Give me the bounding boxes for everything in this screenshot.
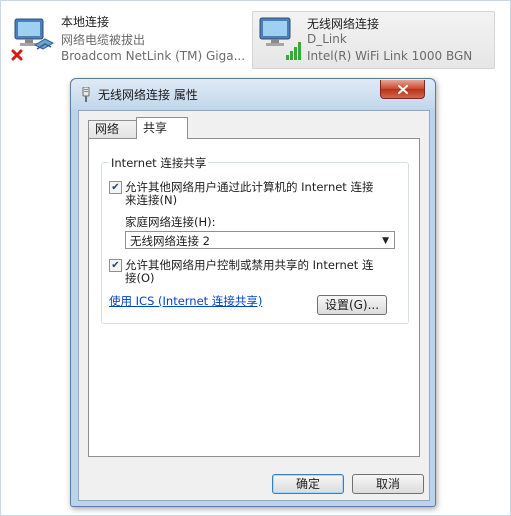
checkmark-icon: ✔ — [111, 260, 120, 271]
home-network-label: 家庭网络连接(H): — [125, 215, 216, 229]
home-network-select-value: 无线网络连接 2 — [130, 234, 210, 248]
tab-sharing[interactable]: 共享 — [136, 117, 188, 139]
tab-network[interactable]: 网络 — [88, 120, 137, 138]
adapter-wireless-connection[interactable]: 无线网络连接 D_Link Intel(R) WiFi Link 1000 BG… — [252, 11, 495, 69]
dialog-body: 网络 共享 Internet 连接共享 ✔ 允许其他网络用户通过此计算机的 In… — [78, 110, 430, 501]
allow-control-label[interactable]: 允许其他网络用户控制或禁用共享的 Internet 连 接(O) — [125, 259, 373, 285]
adapter-local-status: 网络电缆被拔出 — [61, 33, 146, 47]
adapter-wifi-status: D_Link — [307, 32, 347, 46]
allow-connect-label-line2: 来连接(N) — [125, 193, 178, 207]
sharing-tab-panel: Internet 连接共享 ✔ 允许其他网络用户通过此计算机的 Internet… — [88, 138, 420, 457]
ics-help-link[interactable]: 使用 ICS (Internet 连接共享) — [109, 293, 262, 309]
close-icon — [397, 84, 408, 94]
allow-control-label-line2: 接(O) — [125, 271, 155, 285]
adapter-local-device: Broadcom NetLink (TM) Giga... — [61, 49, 246, 63]
home-network-select[interactable]: 无线网络连接 2 ▼ — [125, 231, 395, 249]
adapter-local-connection[interactable]: 本地连接 网络电缆被拔出 Broadcom NetLink (TM) Giga.… — [7, 9, 246, 67]
settings-button[interactable]: 设置(G)... — [317, 295, 387, 315]
adapter-local-name: 本地连接 — [61, 15, 110, 29]
allow-connect-label[interactable]: 允许其他网络用户通过此计算机的 Internet 连接 来连接(N) — [125, 181, 373, 207]
wireless-network-icon — [256, 15, 304, 63]
dropdown-arrow-icon: ▼ — [382, 236, 389, 246]
adapter-wifi-name: 无线网络连接 — [307, 17, 380, 31]
allow-connect-checkbox[interactable]: ✔ — [109, 181, 122, 194]
network-connections-window: 本地连接 网络电缆被拔出 Broadcom NetLink (TM) Giga.… — [0, 0, 511, 516]
network-adapter-icon — [80, 86, 92, 102]
close-button[interactable] — [380, 80, 425, 99]
checkmark-icon: ✔ — [111, 182, 120, 193]
wireless-properties-dialog: 无线网络连接 属性 网络 共享 Internet 连接共享 ✔ 允许其他网络用户… — [70, 78, 436, 507]
wired-network-disconnected-icon — [9, 15, 57, 63]
adapter-wifi-device: Intel(R) WiFi Link 1000 BGN — [307, 49, 473, 63]
ics-group-title: Internet 连接共享 — [109, 155, 209, 171]
allow-control-checkbox[interactable]: ✔ — [109, 259, 122, 272]
dialog-title: 无线网络连接 属性 — [98, 88, 198, 102]
allow-control-label-line1: 允许其他网络用户控制或禁用共享的 Internet 连 — [125, 258, 374, 272]
cancel-button[interactable]: 取消 — [352, 474, 424, 494]
dialog-titlebar[interactable]: 无线网络连接 属性 — [71, 79, 435, 109]
ok-button[interactable]: 确定 — [272, 474, 344, 494]
